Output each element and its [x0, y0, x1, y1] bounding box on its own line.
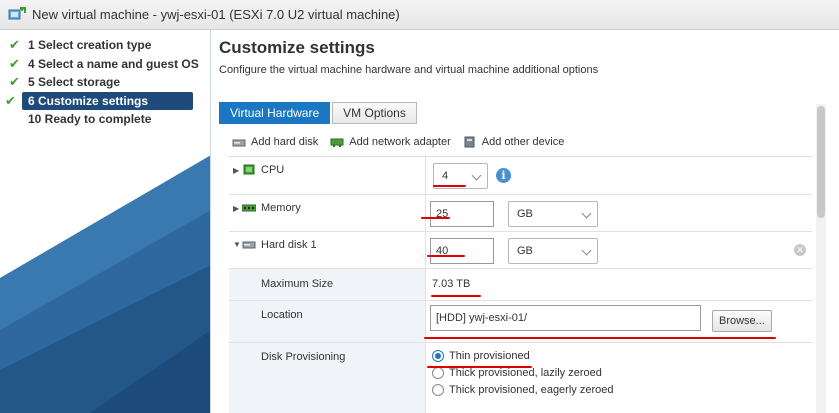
- chevron-down-icon: [581, 245, 592, 256]
- wizard-steps-pane: ✔ 1 Select creation type ✔ 4 Select a na…: [0, 30, 211, 413]
- disk-provisioning-label: Disk Provisioning: [261, 351, 346, 363]
- max-size-row: Maximum Size 7.03 TB: [229, 269, 812, 301]
- location-label: Location: [261, 309, 303, 321]
- page-title: Customize settings: [219, 38, 375, 57]
- wizard-step-1[interactable]: ✔ 1 Select creation type: [0, 36, 210, 55]
- remove-device-icon[interactable]: ✕: [794, 244, 806, 256]
- thin-provisioned-radio[interactable]: Thin provisioned: [432, 350, 530, 362]
- annotation-underline-location: [424, 337, 776, 339]
- memory-module-icon: [241, 202, 257, 213]
- wizard-step-6-active[interactable]: ✔ 6 Customize settings: [5, 91, 193, 110]
- checkmark-icon: ✔: [9, 37, 20, 52]
- wizard-step-5[interactable]: ✔ 5 Select storage: [0, 73, 210, 92]
- location-input[interactable]: [HDD] ywj-esxi-01/: [430, 305, 701, 331]
- collapse-arrow-icon[interactable]: ▼: [233, 240, 241, 249]
- wizard-step-10[interactable]: 10 Ready to complete: [0, 110, 210, 129]
- device-icon: [463, 136, 477, 148]
- hard-disk-row: ▼ Hard disk 1 40 GB ✕: [229, 232, 812, 269]
- checkmark-icon: ✔: [9, 74, 20, 89]
- cpu-label: CPU: [261, 164, 285, 176]
- annotation-underline-disk: [427, 255, 465, 257]
- hard-disk-size-input[interactable]: 40: [430, 238, 494, 264]
- cpu-chip-icon: [242, 164, 256, 175]
- tab-virtual-hardware[interactable]: Virtual Hardware: [219, 102, 331, 124]
- page-subtitle: Configure the virtual machine hardware a…: [219, 64, 599, 76]
- cpu-row: ▶ CPU 4 i: [229, 157, 812, 195]
- annotation-underline-thin: [427, 366, 532, 368]
- memory-row: ▶ Memory 25 GB: [229, 195, 812, 232]
- annotation-underline-max-size: [431, 295, 481, 297]
- max-size-label: Maximum Size: [261, 278, 334, 290]
- memory-unit-select[interactable]: GB: [508, 201, 598, 227]
- thick-eager-zeroed-radio[interactable]: Thick provisioned, eagerly zeroed: [432, 384, 613, 396]
- expand-arrow-icon[interactable]: ▶: [233, 204, 239, 213]
- window-title: New virtual machine - ywj-esxi-01 (ESXi …: [32, 7, 400, 22]
- info-icon[interactable]: i: [496, 168, 511, 183]
- disk-provisioning-row: Disk Provisioning Thin provisioned Thick…: [229, 343, 812, 413]
- hard-disk-unit-select[interactable]: GB: [508, 238, 598, 264]
- chevron-down-icon: [471, 170, 482, 181]
- hard-disk-icon: [232, 136, 246, 148]
- wizard-step-4[interactable]: ✔ 4 Select a name and guest OS: [0, 55, 210, 74]
- hard-disk-icon: [242, 239, 256, 250]
- settings-tabs: Virtual Hardware VM Options: [219, 102, 419, 124]
- chevron-down-icon: [581, 208, 592, 219]
- tab-vm-options[interactable]: VM Options: [332, 102, 417, 124]
- max-size-value: 7.03 TB: [432, 278, 471, 290]
- checkmark-icon: ✔: [5, 92, 16, 108]
- hardware-settings-grid: ▶ CPU 4 i ▶ Memory 25 GB ▼ Hard disk 1 4…: [229, 156, 812, 413]
- wizard-step-list: ✔ 1 Select creation type ✔ 4 Select a na…: [0, 36, 210, 129]
- memory-label: Memory: [261, 202, 301, 214]
- window-titlebar: New virtual machine - ywj-esxi-01 (ESXi …: [0, 0, 839, 30]
- checkmark-icon: ✔: [9, 55, 20, 71]
- hardware-actions-toolbar: Add hard disk Add network adapter Add ot…: [232, 136, 576, 148]
- hard-disk-label: Hard disk 1: [261, 239, 317, 251]
- customize-settings-panel: Customize settings Configure the virtual…: [212, 30, 839, 413]
- virtual-machine-icon: [8, 6, 26, 23]
- scrollbar-thumb[interactable]: [817, 106, 825, 218]
- annotation-underline-cpu: [433, 185, 466, 187]
- thick-lazy-zeroed-radio[interactable]: Thick provisioned, lazily zeroed: [432, 367, 602, 379]
- expand-arrow-icon[interactable]: ▶: [233, 166, 239, 175]
- vertical-scrollbar[interactable]: [816, 104, 826, 413]
- browse-button[interactable]: Browse...: [712, 310, 772, 332]
- add-hard-disk-button[interactable]: Add hard disk: [232, 136, 318, 148]
- memory-size-input[interactable]: 25: [430, 201, 494, 227]
- network-adapter-icon: [330, 136, 344, 148]
- annotation-underline-memory: [421, 217, 450, 219]
- add-other-device-button[interactable]: Add other device: [463, 136, 564, 148]
- add-network-adapter-button[interactable]: Add network adapter: [330, 136, 451, 148]
